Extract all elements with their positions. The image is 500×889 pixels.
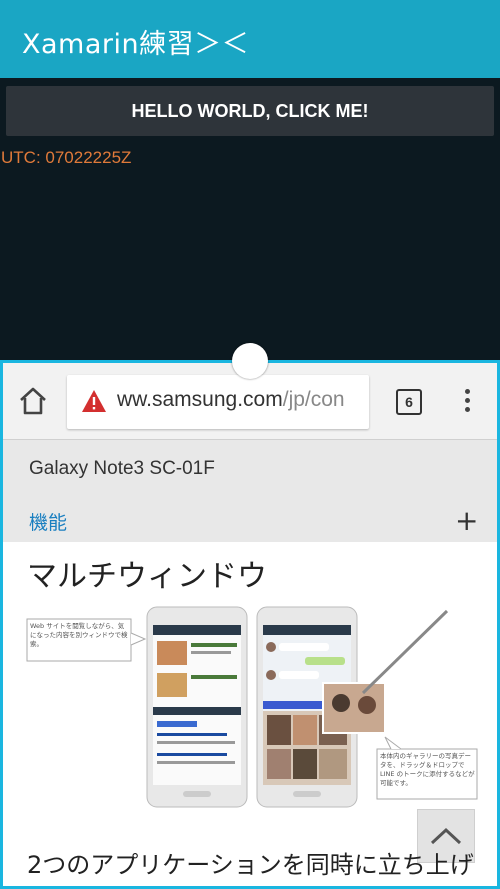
- url-text: ww.samsung.com/jp/con: [117, 388, 345, 412]
- app-content: HELLO WORLD, CLICK ME! UTC: 07022225Z: [0, 78, 500, 360]
- features-menu-link[interactable]: 機能: [29, 508, 67, 535]
- more-menu-icon[interactable]: [465, 389, 471, 413]
- hello-world-button[interactable]: HELLO WORLD, CLICK ME!: [6, 86, 494, 136]
- warning-icon: [82, 390, 106, 412]
- browser-window: ww.samsung.com/jp/con 6 Galaxy Note3 SC-…: [0, 360, 500, 889]
- right-callout-text: 本体内のギャラリーの写真データを、ドラッグ＆ドロップで LINE のトークに添付…: [380, 752, 475, 787]
- url-bar[interactable]: ww.samsung.com/jp/con: [67, 375, 369, 429]
- app-bar: Xamarin練習＞＜: [0, 0, 500, 78]
- product-name: Galaxy Note3 SC-01F: [29, 458, 215, 479]
- chevron-up-icon: [430, 827, 462, 845]
- split-window-handle[interactable]: [232, 343, 268, 379]
- phone-left-image: [146, 606, 248, 808]
- url-domain: ww.samsung.com: [117, 388, 283, 411]
- home-icon[interactable]: [17, 385, 49, 417]
- left-callout: Web サイトを閲覧しながら、気になった内容を別ウィンドウで検索。: [26, 618, 147, 662]
- app-title: Xamarin練習＞＜: [22, 29, 250, 60]
- tab-switcher-button[interactable]: 6: [396, 389, 422, 415]
- product-header: Galaxy Note3 SC-01F 機能 +: [3, 439, 497, 542]
- multi-window-illustration: Web サイトを閲覧しながら、気になった内容を別ウィンドウで検索。 本体内のギャ…: [26, 606, 478, 808]
- body-paragraph: 2つのアプリケーションを同時に立ち上げ: [27, 851, 474, 879]
- left-callout-text: Web サイトを閲覧しながら、気になった内容を別ウィンドウで検索。: [30, 622, 128, 648]
- right-callout: 本体内のギャラリーの写真データを、ドラッグ＆ドロップで LINE のトークに添付…: [376, 736, 478, 800]
- expand-plus-icon[interactable]: +: [455, 504, 478, 537]
- page-heading: マルチウィンドウ: [27, 559, 267, 594]
- utc-label: UTC: 07022225Z: [1, 148, 132, 167]
- url-path: /jp/con: [282, 388, 345, 411]
